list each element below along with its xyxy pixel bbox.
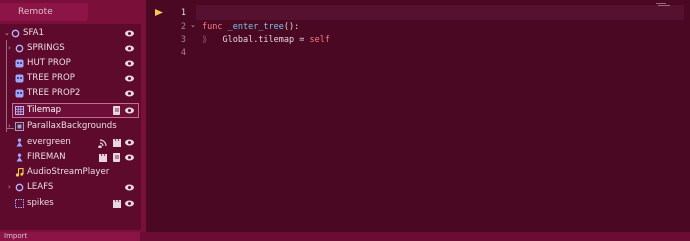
node-label: spikes xyxy=(27,198,54,208)
character-body-icon xyxy=(16,153,23,162)
current-line-highlight xyxy=(146,5,690,20)
visibility-eye-icon[interactable] xyxy=(124,105,135,116)
code-text: Global.tilemap = xyxy=(222,35,310,45)
node-label: TREE PROP xyxy=(27,73,75,83)
tree-item-evergreen[interactable]: evergreen xyxy=(0,135,141,150)
script-icon[interactable] xyxy=(112,105,122,116)
node2d-icon xyxy=(15,44,24,53)
function-name: _enter_tree xyxy=(227,22,284,32)
line-gutter: 1 2 3 4 ⌄ xyxy=(146,0,196,241)
visibility-eye-icon[interactable] xyxy=(124,137,135,148)
keyword: func xyxy=(202,22,223,32)
node2d-icon xyxy=(15,183,24,192)
node-label: TREE PROP2 xyxy=(27,88,81,98)
visibility-eye-icon[interactable] xyxy=(124,182,135,193)
sprite-icon xyxy=(15,59,24,68)
node-label: SPRINGS xyxy=(27,43,65,53)
visibility-eye-icon[interactable] xyxy=(124,43,135,54)
line-number: 4 xyxy=(180,48,186,58)
scene-tree: ⌄ SFA1 › SPRINGS HUT PROP TREE PROP TREE… xyxy=(0,24,141,230)
visibility-eye-icon[interactable] xyxy=(124,88,135,99)
tree-item-springs[interactable]: › SPRINGS xyxy=(0,41,141,56)
chevron-down-icon[interactable]: ⌄ xyxy=(4,26,10,41)
tree-item-tree-prop2[interactable]: TREE PROP2 xyxy=(0,86,141,101)
sprite-icon xyxy=(15,74,24,83)
node-label: SFA1 xyxy=(23,28,44,38)
character-body-icon xyxy=(16,138,23,147)
chevron-right-icon[interactable]: › xyxy=(8,119,11,134)
import-tab[interactable]: Import xyxy=(0,232,140,241)
minimap[interactable] xyxy=(656,2,672,14)
tree-item-leafs[interactable]: › LEAFS xyxy=(0,180,141,195)
script-editor[interactable]: 1 2 3 4 ⌄ func _enter_tree(): ⟫ Global.t… xyxy=(146,0,690,241)
node-label: LEAFS xyxy=(27,182,54,192)
fold-chevron-icon[interactable]: ⌄ xyxy=(190,21,196,29)
node-label: evergreen xyxy=(27,137,71,147)
script-icon[interactable] xyxy=(112,152,122,163)
chevron-right-icon[interactable]: › xyxy=(8,180,11,195)
line-number: 1 xyxy=(180,8,186,18)
tree-item-sfa1[interactable]: ⌄ SFA1 xyxy=(0,26,141,41)
clapperboard-icon[interactable] xyxy=(98,152,108,163)
execution-arrow-icon xyxy=(155,9,163,16)
chevron-right-icon[interactable]: › xyxy=(8,41,11,56)
visibility-eye-icon[interactable] xyxy=(124,152,135,163)
scrollbar[interactable] xyxy=(684,0,690,241)
code-text: (): xyxy=(283,22,300,32)
node-label: ParallaxBackgrounds xyxy=(27,121,117,131)
sprite-icon xyxy=(15,89,24,98)
node-label: FIREMAN xyxy=(27,152,66,162)
visibility-eye-icon[interactable] xyxy=(124,73,135,84)
scene-dock: Remote ⌄ SFA1 › SPRINGS HUT PROP TREE PR… xyxy=(0,0,146,241)
code-line-2: func _enter_tree(): xyxy=(202,22,299,32)
clapperboard-icon[interactable] xyxy=(112,137,122,148)
area2d-icon xyxy=(15,199,24,208)
tree-item-audiostreamplayer[interactable]: AudioStreamPlayer xyxy=(0,165,141,180)
keyword: self xyxy=(309,35,330,45)
tree-item-tilemap[interactable]: Tilemap xyxy=(0,103,141,118)
tree-item-parallaxbackgrounds[interactable]: › ParallaxBackgrounds xyxy=(0,119,141,134)
tree-item-spikes[interactable]: spikes xyxy=(0,196,141,211)
remote-tab[interactable]: Remote xyxy=(0,3,88,21)
visibility-eye-icon[interactable] xyxy=(124,28,135,39)
line-number: 2 xyxy=(180,22,186,32)
visibility-eye-icon[interactable] xyxy=(124,58,135,69)
line-number: 3 xyxy=(180,35,186,45)
music-note-icon xyxy=(15,168,24,177)
node-label: AudioStreamPlayer xyxy=(27,167,110,177)
clapperboard-icon[interactable] xyxy=(112,198,122,209)
visibility-eye-icon[interactable] xyxy=(124,198,135,209)
tilemap-icon xyxy=(15,106,24,115)
tree-item-tree-prop[interactable]: TREE PROP xyxy=(0,71,141,86)
node-label: HUT PROP xyxy=(27,58,71,68)
tree-item-fireman[interactable]: FIREMAN xyxy=(0,150,141,165)
code-line-3: ⟫ Global.tilemap = self xyxy=(202,35,330,45)
node2d-icon xyxy=(11,29,20,38)
signal-icon[interactable] xyxy=(98,137,108,148)
tree-item-hut-prop[interactable]: HUT PROP xyxy=(0,56,141,71)
parallax-icon xyxy=(15,122,24,131)
node-label: Tilemap xyxy=(27,105,62,115)
